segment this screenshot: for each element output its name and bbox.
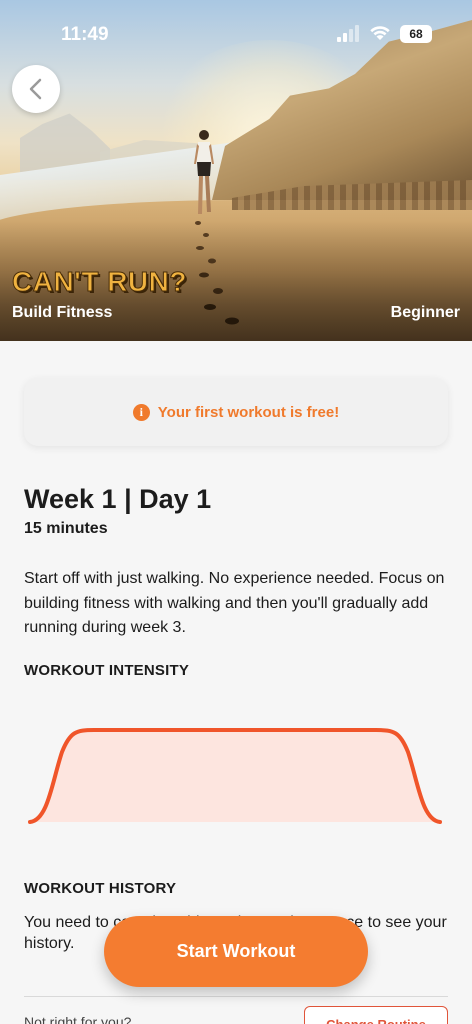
program-title: CAN'T RUN? (12, 266, 187, 298)
battery-icon: 68 (400, 25, 432, 43)
status-time: 11:49 (61, 24, 109, 45)
program-level: Beginner (390, 304, 460, 321)
status-bar: 11:49 68 (0, 0, 472, 64)
wifi-icon (370, 26, 390, 40)
not-right-prompt: Not right for you? (24, 1014, 132, 1024)
free-workout-banner: i Your first workout is free! (24, 378, 448, 446)
history-heading: WORKOUT HISTORY (24, 880, 177, 897)
start-workout-button[interactable]: Start Workout (104, 916, 368, 987)
workout-duration: 15 minutes (24, 520, 108, 537)
workout-title: Week 1 | Day 1 (24, 484, 212, 514)
free-workout-text: Your first workout is free! (157, 403, 340, 421)
back-chevron-icon (29, 78, 42, 100)
back-button[interactable] (12, 65, 60, 113)
intensity-chart (28, 728, 442, 824)
change-routine-button[interactable]: Change Routine (304, 1006, 448, 1024)
signal-icon (337, 25, 359, 42)
intensity-area (30, 730, 440, 822)
walking-person (194, 130, 214, 214)
program-subtitle: Build Fitness (12, 304, 113, 321)
info-icon: i (132, 403, 150, 421)
workout-description: Start off with just walking. No experien… (24, 570, 445, 636)
intensity-heading: WORKOUT INTENSITY (24, 662, 190, 679)
divider (24, 996, 448, 997)
